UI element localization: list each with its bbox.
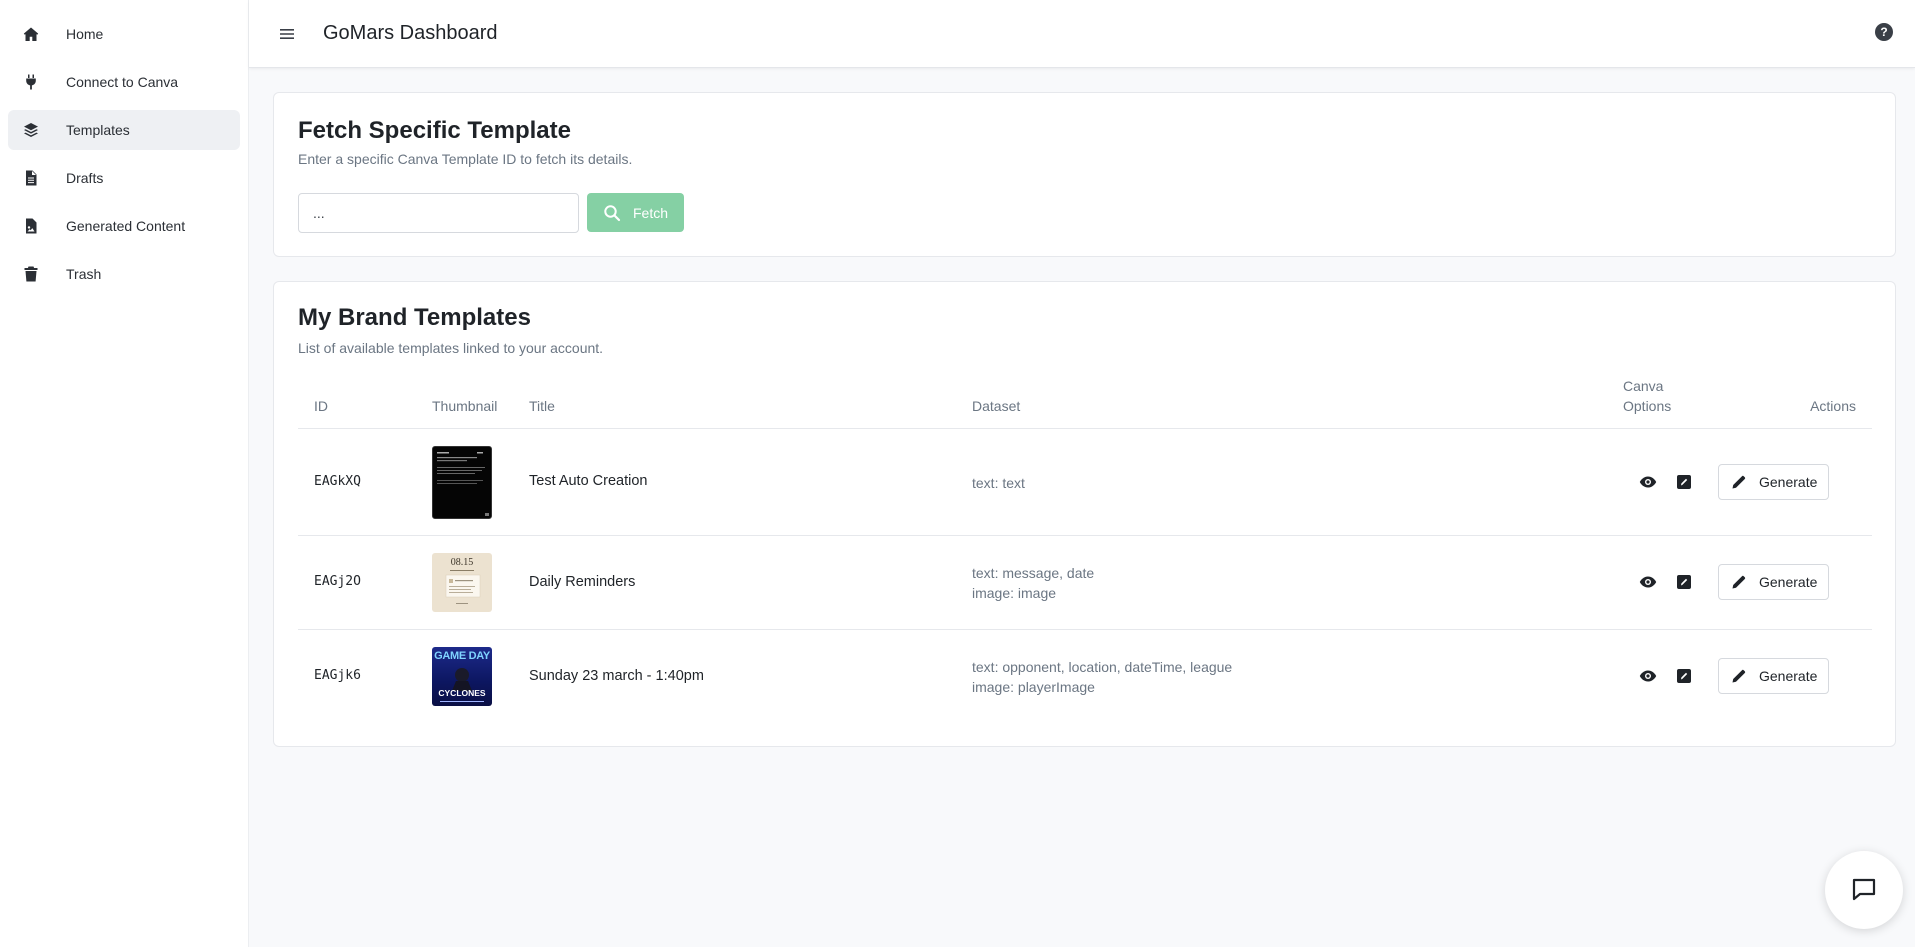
dataset-text-fields: text: opponent, location, dateTime, leag…: [972, 659, 1233, 675]
sidebar: Home Connect to Canva Templates Drafts G…: [0, 0, 249, 947]
fetch-template-card: Fetch Specific Template Enter a specific…: [273, 92, 1896, 257]
templates-card-title: My Brand Templates: [298, 304, 531, 331]
template-id: EAGj2O: [314, 574, 361, 589]
dataset-text-fields: text: message, date: [972, 565, 1095, 581]
help-icon[interactable]: ?: [1875, 23, 1893, 41]
sidebar-nav: Home Connect to Canva Templates Drafts G…: [0, 0, 248, 294]
table-row: EAGjk6 GAME DAY CYCLONES Sunday 23 march…: [298, 630, 1872, 723]
sidebar-item-label: Trash: [66, 266, 102, 282]
edit-square-icon: [1677, 669, 1691, 683]
generate-button[interactable]: Generate: [1718, 658, 1829, 694]
sidebar-item-templates[interactable]: Templates: [8, 110, 240, 150]
preview-button[interactable]: [1638, 572, 1658, 592]
sidebar-item-label: Home: [66, 26, 104, 42]
column-header-canva-options: Canva Options: [1623, 376, 1671, 416]
generate-button-label: Generate: [1759, 574, 1818, 590]
template-dataset: text: opponent, location, dateTime, leag…: [972, 657, 1232, 697]
sidebar-item-trash[interactable]: Trash: [8, 254, 240, 294]
generate-button-label: Generate: [1759, 668, 1818, 684]
chat-bubble-icon: [1852, 878, 1876, 901]
fetch-button-label: Fetch: [632, 204, 668, 221]
pencil-icon: [1732, 575, 1746, 589]
template-thumbnail[interactable]: 08.15: [432, 553, 492, 612]
column-header-id: ID: [314, 398, 328, 414]
table-row: EAGj2O 08.15 Daily Reminders text: messa…: [298, 536, 1872, 630]
fetch-button[interactable]: Fetch: [587, 193, 684, 232]
template-thumbnail[interactable]: [432, 446, 492, 519]
dataset-text-fields: text: text: [972, 475, 1025, 491]
file-image-icon: [22, 217, 40, 235]
table-row: EAGkXQ Test Auto Creation text: text Gen…: [298, 429, 1872, 536]
sidebar-item-connect-to-canva[interactable]: Connect to Canva: [8, 62, 240, 102]
edit-in-canva-button[interactable]: [1674, 472, 1694, 492]
sidebar-item-label: Generated Content: [66, 218, 186, 234]
preview-button[interactable]: [1638, 666, 1658, 686]
dataset-image-fields: image: image: [972, 585, 1057, 601]
sidebar-item-generated-content[interactable]: Generated Content: [8, 206, 240, 246]
column-header-canva-options-line1: Canva: [1623, 378, 1664, 394]
edit-in-canva-button[interactable]: [1674, 572, 1694, 592]
templates-card-subtitle: List of available templates linked to yo…: [298, 340, 604, 356]
file-icon: [22, 169, 40, 187]
hamburger-icon: [280, 28, 294, 39]
column-header-actions: Actions: [1810, 398, 1856, 414]
thumbnail-cyclones-text: CYCLONES: [438, 688, 486, 698]
template-id: EAGkXQ: [314, 474, 361, 489]
template-title: Sunday 23 march - 1:40pm: [529, 668, 704, 684]
sidebar-item-home[interactable]: Home: [8, 14, 240, 54]
eye-icon: [1639, 476, 1657, 488]
column-header-dataset: Dataset: [972, 398, 1021, 414]
template-id: EAGjk6: [314, 668, 361, 683]
chat-launcher-button[interactable]: [1825, 851, 1903, 929]
dark-template-preview-image: [437, 452, 489, 516]
sidebar-item-drafts[interactable]: Drafts: [8, 158, 240, 198]
template-dataset: text: message, date image: image: [972, 563, 1094, 603]
dataset-image-fields: image: playerImage: [972, 679, 1095, 695]
plug-icon: [22, 73, 40, 91]
fetch-card-title: Fetch Specific Template: [298, 117, 571, 144]
template-dataset: text: text: [972, 473, 1025, 493]
preview-button[interactable]: [1638, 472, 1658, 492]
hamburger-menu-button[interactable]: [275, 22, 299, 46]
edit-square-icon: [1677, 575, 1691, 589]
generate-button-label: Generate: [1759, 474, 1818, 490]
top-bar: GoMars Dashboard ?: [249, 0, 1915, 68]
trash-icon: [22, 265, 40, 283]
template-title: Test Auto Creation: [529, 473, 648, 489]
template-thumbnail[interactable]: GAME DAY CYCLONES: [432, 647, 492, 706]
sidebar-item-label: Drafts: [66, 170, 104, 186]
template-title: Daily Reminders: [529, 574, 636, 590]
sidebar-item-label: Connect to Canva: [66, 74, 179, 90]
generate-button[interactable]: Generate: [1718, 564, 1829, 600]
search-icon: [604, 204, 621, 221]
column-header-title: Title: [529, 398, 555, 414]
table-header: ID Thumbnail Title Dataset Canva Options…: [298, 378, 1872, 429]
eye-icon: [1639, 576, 1657, 588]
edit-square-icon: [1677, 475, 1691, 489]
column-header-thumbnail: Thumbnail: [432, 398, 498, 414]
edit-in-canva-button[interactable]: [1674, 666, 1694, 686]
templates-table: ID Thumbnail Title Dataset Canva Options…: [298, 378, 1872, 723]
generate-button[interactable]: Generate: [1718, 464, 1829, 500]
pencil-icon: [1732, 475, 1746, 489]
layers-icon: [22, 121, 40, 139]
template-id-input[interactable]: [298, 193, 579, 233]
home-icon: [22, 25, 40, 43]
eye-icon: [1639, 670, 1657, 682]
pencil-icon: [1732, 669, 1746, 683]
column-header-canva-options-line2: Options: [1623, 398, 1672, 414]
brand-templates-card: My Brand Templates List of available tem…: [273, 281, 1896, 747]
sidebar-item-label: Templates: [66, 122, 130, 138]
reminder-card-preview-image: [445, 570, 481, 604]
fetch-card-subtitle: Enter a specific Canva Template ID to fe…: [298, 151, 633, 167]
app-title: GoMars Dashboard: [323, 22, 498, 44]
